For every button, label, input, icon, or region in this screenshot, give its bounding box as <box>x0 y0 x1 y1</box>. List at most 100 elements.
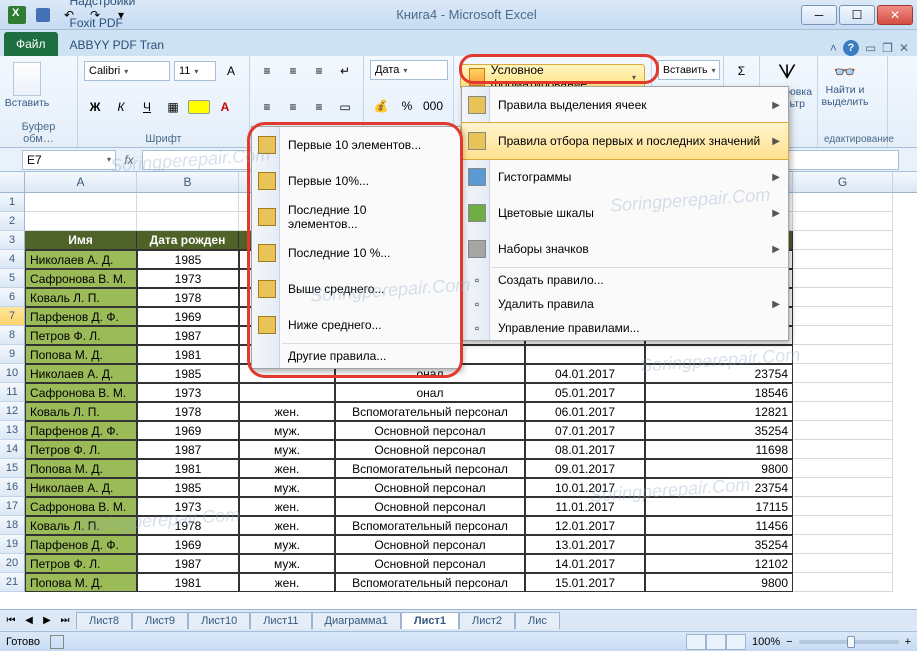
row-header[interactable]: 16 <box>0 478 25 497</box>
row-header[interactable]: 1 <box>0 193 25 212</box>
cell[interactable]: 06.01.2017 <box>525 402 645 421</box>
row-header[interactable]: 12 <box>0 402 25 421</box>
cell[interactable]: 1978 <box>137 288 239 307</box>
bold-icon[interactable]: Ж <box>84 96 106 118</box>
cell[interactable]: Петров Ф. Л. <box>25 326 137 345</box>
cell[interactable]: Коваль Л. П. <box>25 288 137 307</box>
cell[interactable]: жен. <box>239 459 335 478</box>
ribbon-tab[interactable]: Надстройки <box>60 0 174 12</box>
cell[interactable]: 13.01.2017 <box>525 535 645 554</box>
zoom-in-icon[interactable]: + <box>905 636 911 648</box>
table-row[interactable]: 21Попова М. Д.1981жен.Вспомогательный пе… <box>0 573 917 592</box>
table-row[interactable]: 12Коваль Л. П.1978жен.Вспомогательный пе… <box>0 402 917 421</box>
row-header[interactable]: 10 <box>0 364 25 383</box>
align-bot-icon[interactable]: ≡ <box>308 60 330 82</box>
topbottom-rule-item[interactable]: Первые 10 элементов... <box>252 127 460 163</box>
cell[interactable]: 23754 <box>645 364 793 383</box>
row-header[interactable]: 4 <box>0 250 25 269</box>
align-top-icon[interactable]: ≡ <box>256 60 278 82</box>
row-header[interactable]: 7 <box>0 307 25 326</box>
fill-color-icon[interactable] <box>188 100 210 114</box>
cf-menu-item[interactable]: Гистограммы▶ <box>462 159 788 195</box>
cell[interactable]: Основной персонал <box>335 440 525 459</box>
cf-menu-item[interactable]: Правила выделения ячеек▶ <box>462 87 788 123</box>
view-pagebreak-icon[interactable] <box>726 634 746 650</box>
row-header[interactable]: 20 <box>0 554 25 573</box>
cell[interactable] <box>645 345 793 364</box>
row-header[interactable]: 2 <box>0 212 25 231</box>
cell[interactable]: 11698 <box>645 440 793 459</box>
insert-cells-button[interactable]: Вставить▾ <box>658 60 720 80</box>
minimize-button[interactable]: ─ <box>801 5 837 25</box>
row-header[interactable]: 19 <box>0 535 25 554</box>
underline-icon[interactable]: Ч <box>136 96 158 118</box>
cell[interactable]: Вспомогательный персонал <box>335 402 525 421</box>
cell[interactable]: Петров Ф. Л. <box>25 440 137 459</box>
cell[interactable]: жен. <box>239 497 335 516</box>
cell[interactable]: жен. <box>239 516 335 535</box>
cell[interactable]: 1978 <box>137 516 239 535</box>
qat-save-icon[interactable] <box>32 4 54 26</box>
font-size-combo[interactable]: 11▾ <box>174 61 216 81</box>
table-row[interactable]: 19Парфенов Д. Ф.1969муж.Основной персона… <box>0 535 917 554</box>
cell[interactable]: 1985 <box>137 250 239 269</box>
row-header[interactable]: 13 <box>0 421 25 440</box>
doc-restore-icon[interactable]: ❐ <box>882 41 893 55</box>
font-color-icon[interactable]: A <box>214 96 236 118</box>
maximize-button[interactable]: ☐ <box>839 5 875 25</box>
cell[interactable]: 17115 <box>645 497 793 516</box>
cell[interactable]: 09.01.2017 <box>525 459 645 478</box>
doc-close-icon[interactable]: ✕ <box>899 41 909 55</box>
cell[interactable]: онал <box>335 383 525 402</box>
cell[interactable]: 12.01.2017 <box>525 516 645 535</box>
cell[interactable]: Парфенов Д. Ф. <box>25 307 137 326</box>
table-row[interactable]: 16Николаев А. Д.1985муж.Основной персона… <box>0 478 917 497</box>
select-all-corner[interactable] <box>0 172 25 192</box>
cell[interactable]: Коваль Л. П. <box>25 402 137 421</box>
col-header[interactable]: G <box>793 172 893 192</box>
row-header[interactable]: 6 <box>0 288 25 307</box>
cell[interactable]: Николаев А. Д. <box>25 478 137 497</box>
ribbon-tab[interactable]: Foxit PDF <box>60 12 174 34</box>
cell[interactable]: 23754 <box>645 478 793 497</box>
align-right-icon[interactable]: ≡ <box>308 96 330 118</box>
row-header[interactable]: 18 <box>0 516 25 535</box>
ribbon-tab[interactable]: ABBYY PDF Tran <box>60 34 174 56</box>
row-header[interactable]: 14 <box>0 440 25 459</box>
cf-menu-item[interactable]: Цветовые шкалы▶ <box>462 195 788 231</box>
cell[interactable]: муж. <box>239 421 335 440</box>
cell[interactable]: Петров Ф. Л. <box>25 554 137 573</box>
cell[interactable]: жен. <box>239 573 335 592</box>
italic-icon[interactable]: К <box>110 96 132 118</box>
cell[interactable]: 12821 <box>645 402 793 421</box>
col-header[interactable]: A <box>25 172 137 192</box>
cell[interactable]: 1985 <box>137 478 239 497</box>
tab-nav-prev-icon[interactable]: ◀ <box>20 612 38 630</box>
table-row[interactable]: 17Сафронова В. М.1973жен.Основной персон… <box>0 497 917 516</box>
cell[interactable]: 1981 <box>137 345 239 364</box>
tab-nav-first-icon[interactable]: ⏮ <box>2 612 20 630</box>
cell[interactable]: Парфенов Д. Ф. <box>25 535 137 554</box>
zoom-out-icon[interactable]: − <box>786 636 792 648</box>
cell[interactable]: 04.01.2017 <box>525 364 645 383</box>
sheet-tab[interactable]: Лист11 <box>250 612 311 629</box>
cell[interactable]: Попова М. Д. <box>25 345 137 364</box>
app-icon[interactable] <box>6 4 28 26</box>
cell[interactable]: Попова М. Д. <box>25 573 137 592</box>
sheet-tab[interactable]: Лис <box>515 612 560 629</box>
cell[interactable]: 9800 <box>645 573 793 592</box>
cell[interactable]: Вспомогательный персонал <box>335 573 525 592</box>
align-left-icon[interactable]: ≡ <box>256 96 278 118</box>
cell[interactable]: 1985 <box>137 364 239 383</box>
name-box[interactable]: E7▾ <box>22 150 116 170</box>
cell[interactable]: Основной персонал <box>335 554 525 573</box>
cell[interactable]: Сафронова В. М. <box>25 383 137 402</box>
row-header[interactable]: 5 <box>0 269 25 288</box>
cell[interactable]: Коваль Л. П. <box>25 516 137 535</box>
cell[interactable]: Основной персонал <box>335 497 525 516</box>
help-icon[interactable]: ? <box>843 40 859 56</box>
table-row[interactable]: 14Петров Ф. Л.1987муж.Основной персонал0… <box>0 440 917 459</box>
cf-menu-command[interactable]: ▫Управление правилами... <box>462 316 788 340</box>
align-mid-icon[interactable]: ≡ <box>282 60 304 82</box>
sheet-tab[interactable]: Лист10 <box>188 612 250 629</box>
